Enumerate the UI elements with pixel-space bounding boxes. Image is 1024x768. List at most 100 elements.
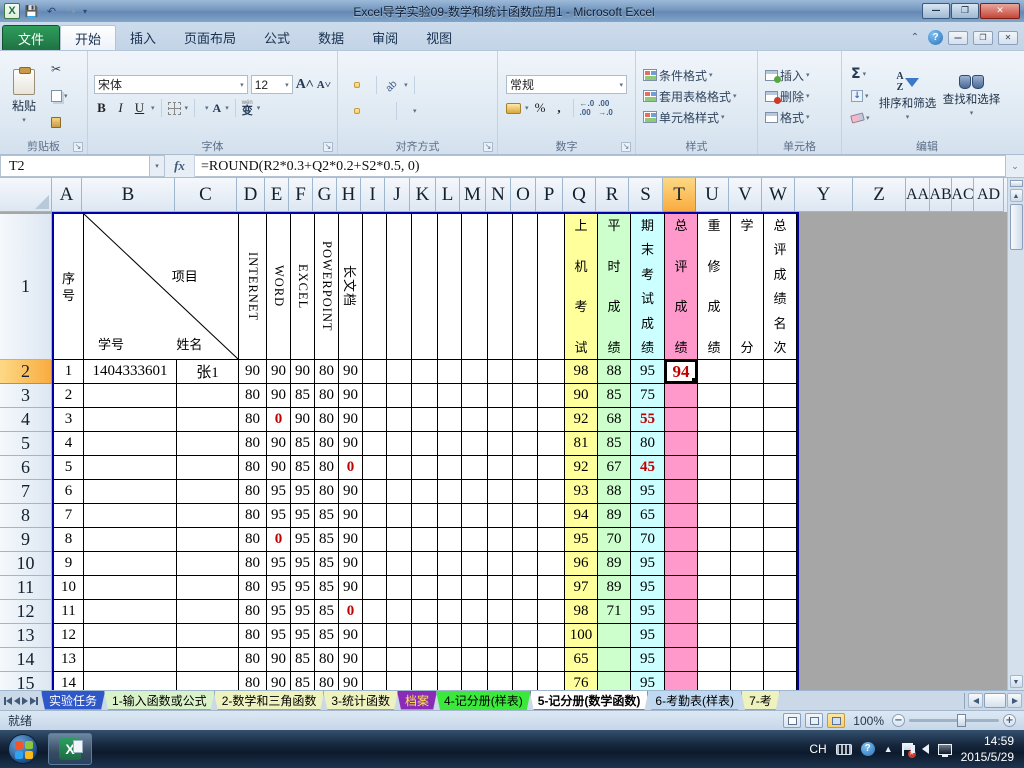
cell-H14[interactable]: 90	[339, 648, 363, 672]
cell-H11[interactable]: 90	[339, 576, 363, 600]
column-header-U[interactable]: U	[696, 178, 729, 212]
cell-D13[interactable]: 80	[239, 624, 267, 648]
cell-C14[interactable]	[177, 648, 239, 672]
cell-M2[interactable]	[462, 360, 488, 384]
column-header-P[interactable]: P	[536, 178, 563, 212]
formula-input[interactable]: =ROUND(R2*0.3+Q2*0.2+S2*0.5, 0)	[195, 155, 1006, 177]
cell-O13[interactable]	[513, 624, 538, 648]
cell-J14[interactable]	[387, 648, 412, 672]
row-header-7[interactable]: 7	[0, 480, 52, 504]
cell-E4[interactable]: 0	[267, 408, 291, 432]
cell-C11[interactable]	[177, 576, 239, 600]
cell-S8[interactable]: 65	[631, 504, 665, 528]
cell-D11[interactable]: 80	[239, 576, 267, 600]
cell-B3[interactable]	[84, 384, 177, 408]
font-size-combobox[interactable]: 12 ▾	[250, 75, 293, 94]
row-header-2[interactable]: 2	[0, 360, 52, 384]
cell-D8[interactable]: 80	[239, 504, 267, 528]
cell-W10[interactable]	[764, 552, 797, 576]
cell-P11[interactable]	[538, 576, 565, 600]
cell-M3[interactable]	[462, 384, 488, 408]
cell-B11[interactable]	[84, 576, 177, 600]
cell-T10[interactable]	[665, 552, 698, 576]
cell-I8[interactable]	[363, 504, 387, 528]
align-bottom-button[interactable]	[364, 82, 370, 88]
cells-item-2[interactable]: 格式 ▾	[763, 108, 836, 126]
undo-button[interactable]: ↶	[43, 3, 60, 19]
row-header-5[interactable]: 5	[0, 432, 52, 456]
cell-U3[interactable]	[698, 384, 731, 408]
underline-button[interactable]: U	[132, 100, 147, 116]
cell-R14[interactable]	[598, 648, 631, 672]
header-cell-R1[interactable]: 平时成绩	[598, 214, 631, 360]
font-color-button[interactable]: A	[213, 99, 222, 117]
wrap-text-button[interactable]	[421, 82, 427, 88]
cell-G3[interactable]: 80	[315, 384, 339, 408]
column-header-J[interactable]: J	[385, 178, 410, 212]
cell-F12[interactable]: 95	[291, 600, 315, 624]
cell-M8[interactable]	[462, 504, 488, 528]
cell-N5[interactable]	[488, 432, 513, 456]
cell-N6[interactable]	[488, 456, 513, 480]
sort-filter-button[interactable]: AZ 排序和筛选 ▾	[877, 71, 939, 121]
decrease-indent-button[interactable]	[374, 108, 380, 114]
cell-A11[interactable]: 10	[54, 576, 84, 600]
cell-V4[interactable]	[731, 408, 764, 432]
column-header-AD[interactable]: AD	[974, 178, 1004, 212]
cells-item-0[interactable]: 插入 ▾	[763, 66, 836, 84]
cell-B10[interactable]	[84, 552, 177, 576]
cell-S13[interactable]: 95	[631, 624, 665, 648]
row-header-3[interactable]: 3	[0, 384, 52, 408]
cell-M9[interactable]	[462, 528, 488, 552]
header-cell-K1[interactable]	[412, 214, 438, 360]
insert-function-button[interactable]: fx	[165, 155, 195, 177]
cell-R6[interactable]: 67	[598, 456, 631, 480]
cell-S6[interactable]: 45	[631, 456, 665, 480]
cell-R7[interactable]: 88	[598, 480, 631, 504]
cell-P10[interactable]	[538, 552, 565, 576]
header-cell-F1[interactable]: EXCEL	[291, 214, 315, 360]
cell-E6[interactable]: 90	[267, 456, 291, 480]
cell-T11[interactable]	[665, 576, 698, 600]
cell-K13[interactable]	[412, 624, 438, 648]
cell-V11[interactable]	[731, 576, 764, 600]
cell-T7[interactable]	[665, 480, 698, 504]
increase-decimal-button[interactable]: ←.0.00	[580, 99, 595, 117]
cell-T2[interactable]: 94	[665, 360, 698, 384]
cell-C9[interactable]	[177, 528, 239, 552]
row-header-6[interactable]: 6	[0, 456, 52, 480]
cell-Q9[interactable]: 95	[565, 528, 598, 552]
show-hidden-icons-icon[interactable]: ▲	[884, 744, 893, 754]
grow-font-button[interactable]: A˄	[296, 77, 314, 93]
cell-A15[interactable]: 14	[54, 672, 84, 690]
cell-T6[interactable]	[665, 456, 698, 480]
cell-J10[interactable]	[387, 552, 412, 576]
cell-L10[interactable]	[438, 552, 462, 576]
cell-J8[interactable]	[387, 504, 412, 528]
borders-button[interactable]	[167, 101, 181, 115]
close-button[interactable]: ✕	[980, 3, 1020, 19]
help-icon[interactable]: ?	[928, 30, 943, 45]
cell-J11[interactable]	[387, 576, 412, 600]
phonetic-guide-button[interactable]: wén 变	[242, 100, 253, 117]
cell-O8[interactable]	[513, 504, 538, 528]
cell-M4[interactable]	[462, 408, 488, 432]
sheet-tab-5-记分册(数学函数)[interactable]: 5-记分册(数学函数)	[530, 691, 649, 710]
cell-J6[interactable]	[387, 456, 412, 480]
cell-F14[interactable]: 85	[291, 648, 315, 672]
cell-C7[interactable]	[177, 480, 239, 504]
keyboard-icon[interactable]	[835, 743, 852, 755]
cell-J5[interactable]	[387, 432, 412, 456]
cell-R10[interactable]: 89	[598, 552, 631, 576]
cell-V6[interactable]	[731, 456, 764, 480]
cell-A14[interactable]: 13	[54, 648, 84, 672]
row-header-14[interactable]: 14	[0, 648, 52, 672]
sheet-tab-档案[interactable]: 档案	[397, 691, 437, 710]
column-header-H[interactable]: H	[337, 178, 361, 212]
tab-数据[interactable]: 数据	[304, 25, 358, 50]
scroll-up-icon[interactable]: ▲	[1009, 189, 1023, 202]
cell-N8[interactable]	[488, 504, 513, 528]
cell-U2[interactable]	[698, 360, 731, 384]
cell-B14[interactable]	[84, 648, 177, 672]
book-restore-button[interactable]: ❐	[973, 30, 993, 45]
